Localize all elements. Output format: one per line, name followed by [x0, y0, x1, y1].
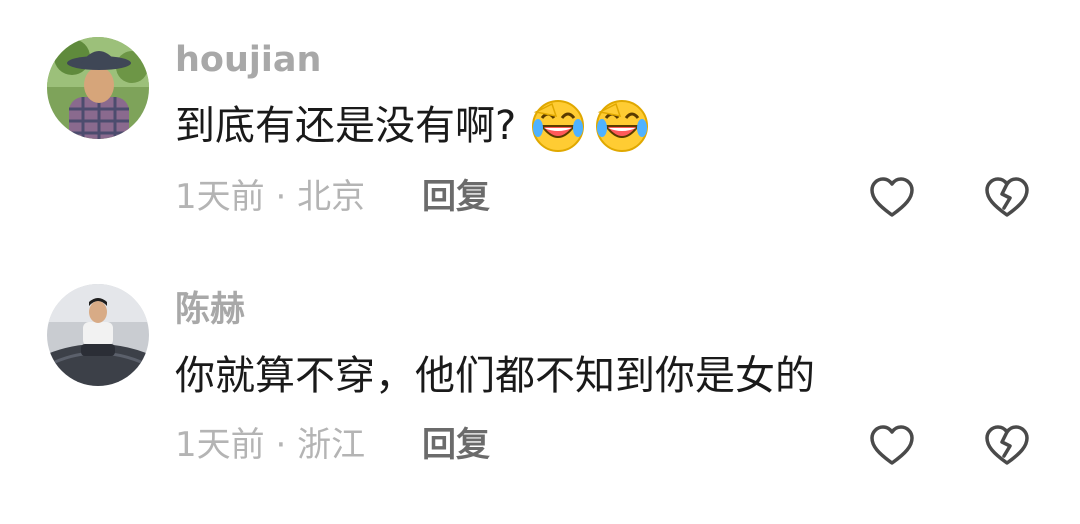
comment-location: 浙江: [297, 425, 366, 465]
reply-button[interactable]: 回复: [422, 420, 490, 470]
heart-outline-icon: [870, 177, 914, 217]
avatar-photo-icon: [47, 37, 149, 139]
heart-outline-icon: [870, 425, 914, 465]
comment-meta: 1天前 · 浙江: [175, 420, 365, 470]
like-button[interactable]: [868, 422, 916, 470]
username[interactable]: 陈赫: [175, 286, 245, 334]
comment-item: houjian 到底有还是没有啊? 1天前 · 北京 回复: [0, 0, 1080, 262]
comment-text: 到底有还是没有啊?: [175, 96, 650, 156]
comment-location: 北京: [297, 177, 366, 217]
broken-heart-icon: [985, 177, 1029, 217]
comment-time: 1天前: [175, 425, 265, 465]
comment-item: 陈赫 你就算不穿，他们都不知到你是女的 1天前 · 浙江 回复: [0, 262, 1080, 524]
dislike-button[interactable]: [983, 174, 1031, 222]
avatar[interactable]: [47, 284, 149, 386]
meta-separator: ·: [275, 177, 287, 217]
reply-button[interactable]: 回复: [422, 172, 490, 222]
meta-separator: ·: [275, 425, 287, 465]
comment-text-body: 到底有还是没有啊?: [175, 103, 517, 149]
avatar[interactable]: [47, 37, 149, 139]
dislike-button[interactable]: [983, 422, 1031, 470]
laughing-crying-emoji-icon: [596, 100, 649, 152]
laughing-crying-emoji-icon: [532, 100, 585, 152]
broken-heart-icon: [985, 425, 1029, 465]
comment-time: 1天前: [175, 177, 265, 217]
username[interactable]: houjian: [175, 36, 321, 84]
emoji-group: [530, 98, 650, 154]
comment-text: 你就算不穿，他们都不知到你是女的: [175, 346, 815, 406]
comment-text-body: 你就算不穿，他们都不知到你是女的: [175, 353, 815, 399]
like-button[interactable]: [868, 174, 916, 222]
avatar-photo-icon: [47, 284, 149, 386]
comment-meta: 1天前 · 北京: [175, 172, 365, 222]
